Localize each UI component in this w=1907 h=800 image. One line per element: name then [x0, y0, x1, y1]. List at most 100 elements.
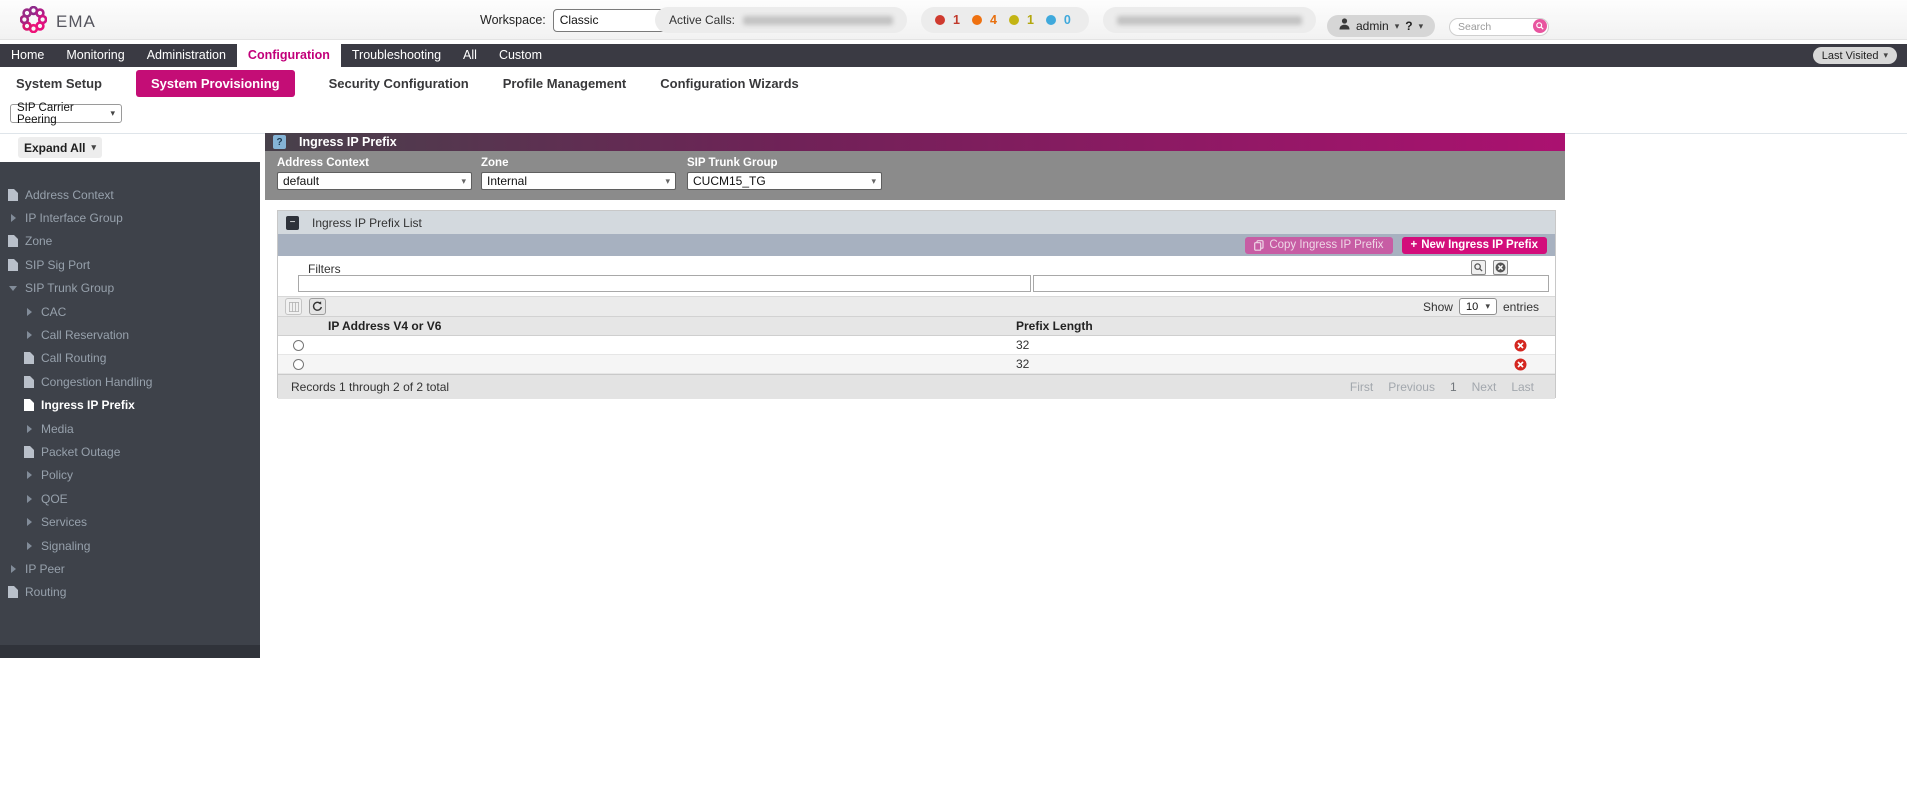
chevron-right-icon: [24, 495, 34, 503]
tab-system-setup[interactable]: System Setup: [16, 76, 102, 91]
tree-label: IP Peer: [25, 562, 65, 576]
chevron-right-icon: [8, 214, 18, 222]
last-visited-label: Last Visited: [1822, 50, 1879, 62]
global-search: [1449, 17, 1549, 35]
table-row[interactable]: 32: [278, 336, 1555, 355]
config-tree: Address Context IP Interface Group Zone …: [0, 162, 260, 604]
search-icon: [1474, 263, 1483, 272]
pagination-last[interactable]: Last: [1511, 380, 1534, 394]
tree-label: Policy: [41, 468, 73, 482]
help-caret-icon[interactable]: ▾: [1419, 22, 1424, 31]
delete-row-icon[interactable]: [1514, 358, 1527, 371]
tree-item-signaling[interactable]: Signaling: [0, 534, 260, 557]
info-alarm-dot-icon: [1046, 15, 1056, 25]
tree-item-address-context[interactable]: Address Context: [0, 183, 260, 206]
nav-item-monitoring[interactable]: Monitoring: [55, 44, 135, 67]
active-calls-pill: Active Calls:: [655, 7, 907, 33]
nav-item-troubleshooting[interactable]: Troubleshooting: [341, 44, 452, 67]
pagination-current-page[interactable]: 1: [1450, 380, 1457, 394]
show-label: Show: [1423, 300, 1453, 314]
new-ingress-ip-prefix-button[interactable]: + New Ingress IP Prefix: [1402, 237, 1547, 254]
collapse-icon[interactable]: −: [286, 216, 299, 230]
chevron-right-icon: [24, 518, 34, 526]
chevron-right-icon: [24, 425, 34, 433]
ip-address-filter-input[interactable]: [298, 275, 1031, 292]
tree-item-cac[interactable]: CAC: [0, 300, 260, 323]
nav-item-all[interactable]: All: [452, 44, 488, 67]
row-radio-button[interactable]: [293, 359, 304, 370]
panel-title: Ingress IP Prefix List: [312, 216, 422, 230]
workspace-value: Classic: [560, 13, 599, 27]
tree-label: QOE: [41, 492, 68, 506]
table-row[interactable]: 32: [278, 355, 1555, 374]
main-nav: Home Monitoring Administration Configura…: [0, 44, 1907, 67]
tree-item-sip-sig-port[interactable]: SIP Sig Port: [0, 253, 260, 276]
tree-item-congestion-handling[interactable]: Congestion Handling: [0, 370, 260, 393]
tree-item-call-routing[interactable]: Call Routing: [0, 347, 260, 370]
clear-filter-button[interactable]: [1493, 260, 1508, 275]
nav-item-configuration[interactable]: Configuration: [237, 44, 341, 67]
tree-item-policy[interactable]: Policy: [0, 464, 260, 487]
refresh-button[interactable]: [309, 298, 326, 315]
info-alarm-count: 0: [1064, 13, 1071, 27]
field-sip-trunk-group: SIP Trunk Group CUCM15_TG ▾: [687, 157, 882, 190]
tree-item-qoe[interactable]: QOE: [0, 487, 260, 510]
column-chooser-button[interactable]: [285, 298, 302, 315]
tree-item-ip-interface-group[interactable]: IP Interface Group: [0, 206, 260, 229]
nav-item-home[interactable]: Home: [0, 44, 55, 67]
tab-security-configuration[interactable]: Security Configuration: [329, 76, 469, 91]
prefix-length-filter-input[interactable]: [1033, 275, 1549, 292]
pagination-next[interactable]: Next: [1472, 380, 1497, 394]
chevron-right-icon: [24, 308, 34, 316]
apply-filter-button[interactable]: [1471, 260, 1486, 275]
help-menu[interactable]: ?: [1405, 19, 1412, 33]
panel-header: − Ingress IP Prefix List: [278, 211, 1555, 234]
tree-item-sip-trunk-group[interactable]: SIP Trunk Group: [0, 277, 260, 300]
tree-label: IP Interface Group: [25, 211, 123, 225]
user-icon: [1339, 17, 1350, 35]
user-menu[interactable]: admin ▾ ? ▾: [1327, 15, 1435, 37]
expand-all-button[interactable]: Expand All ▾: [18, 137, 102, 158]
page-size-select[interactable]: 10 ▾: [1459, 298, 1497, 315]
zone-select[interactable]: Internal ▾: [481, 172, 676, 190]
chevron-down-icon: ▾: [92, 143, 97, 152]
brand-name: EMA: [56, 12, 96, 32]
redacted-active-calls-value: [743, 16, 893, 25]
tree-item-zone[interactable]: Zone: [0, 230, 260, 253]
tree-item-call-reservation[interactable]: Call Reservation: [0, 323, 260, 346]
user-caret-icon[interactable]: ▾: [1395, 22, 1400, 31]
tree-item-ip-peer[interactable]: IP Peer: [0, 557, 260, 580]
tree-label: Congestion Handling: [41, 375, 152, 389]
tab-configuration-wizards[interactable]: Configuration Wizards: [660, 76, 799, 91]
row-radio-button[interactable]: [293, 340, 304, 351]
search-button[interactable]: [1533, 19, 1547, 33]
pagination-previous[interactable]: Previous: [1388, 380, 1435, 394]
major-alarm-dot-icon: [972, 15, 982, 25]
copy-ingress-ip-prefix-button[interactable]: Copy Ingress IP Prefix: [1245, 237, 1392, 254]
table-toolbar: Show 10 ▾ entries: [278, 296, 1555, 317]
tree-item-media[interactable]: Media: [0, 417, 260, 440]
ema-ring-logo-icon: [20, 6, 47, 38]
workspace-group: Workspace: Classic ▾: [480, 0, 675, 40]
tree-item-packet-outage[interactable]: Packet Outage: [0, 440, 260, 463]
nav-item-custom[interactable]: Custom: [488, 44, 553, 67]
plus-icon: +: [1411, 239, 1418, 251]
category-select-value: SIP Carrier Peering: [17, 102, 110, 126]
last-visited-menu[interactable]: Last Visited ▾: [1813, 47, 1897, 64]
major-alarm-count: 4: [990, 13, 997, 27]
help-icon[interactable]: ?: [273, 135, 286, 149]
nav-item-administration[interactable]: Administration: [136, 44, 237, 67]
sip-trunk-group-select[interactable]: CUCM15_TG ▾: [687, 172, 882, 190]
delete-row-icon[interactable]: [1514, 339, 1527, 352]
file-icon: [8, 586, 18, 598]
tree-item-routing[interactable]: Routing: [0, 581, 260, 604]
tab-system-provisioning[interactable]: System Provisioning: [136, 70, 295, 97]
redacted-system-info: [1117, 16, 1302, 25]
category-select[interactable]: SIP Carrier Peering ▾: [10, 104, 122, 123]
system-info-pill: [1103, 7, 1316, 33]
tree-item-services[interactable]: Services: [0, 510, 260, 533]
pagination-first[interactable]: First: [1350, 380, 1373, 394]
tree-item-ingress-ip-prefix[interactable]: Ingress IP Prefix: [0, 394, 260, 417]
tab-profile-management[interactable]: Profile Management: [503, 76, 627, 91]
address-context-select[interactable]: default ▾: [277, 172, 472, 190]
